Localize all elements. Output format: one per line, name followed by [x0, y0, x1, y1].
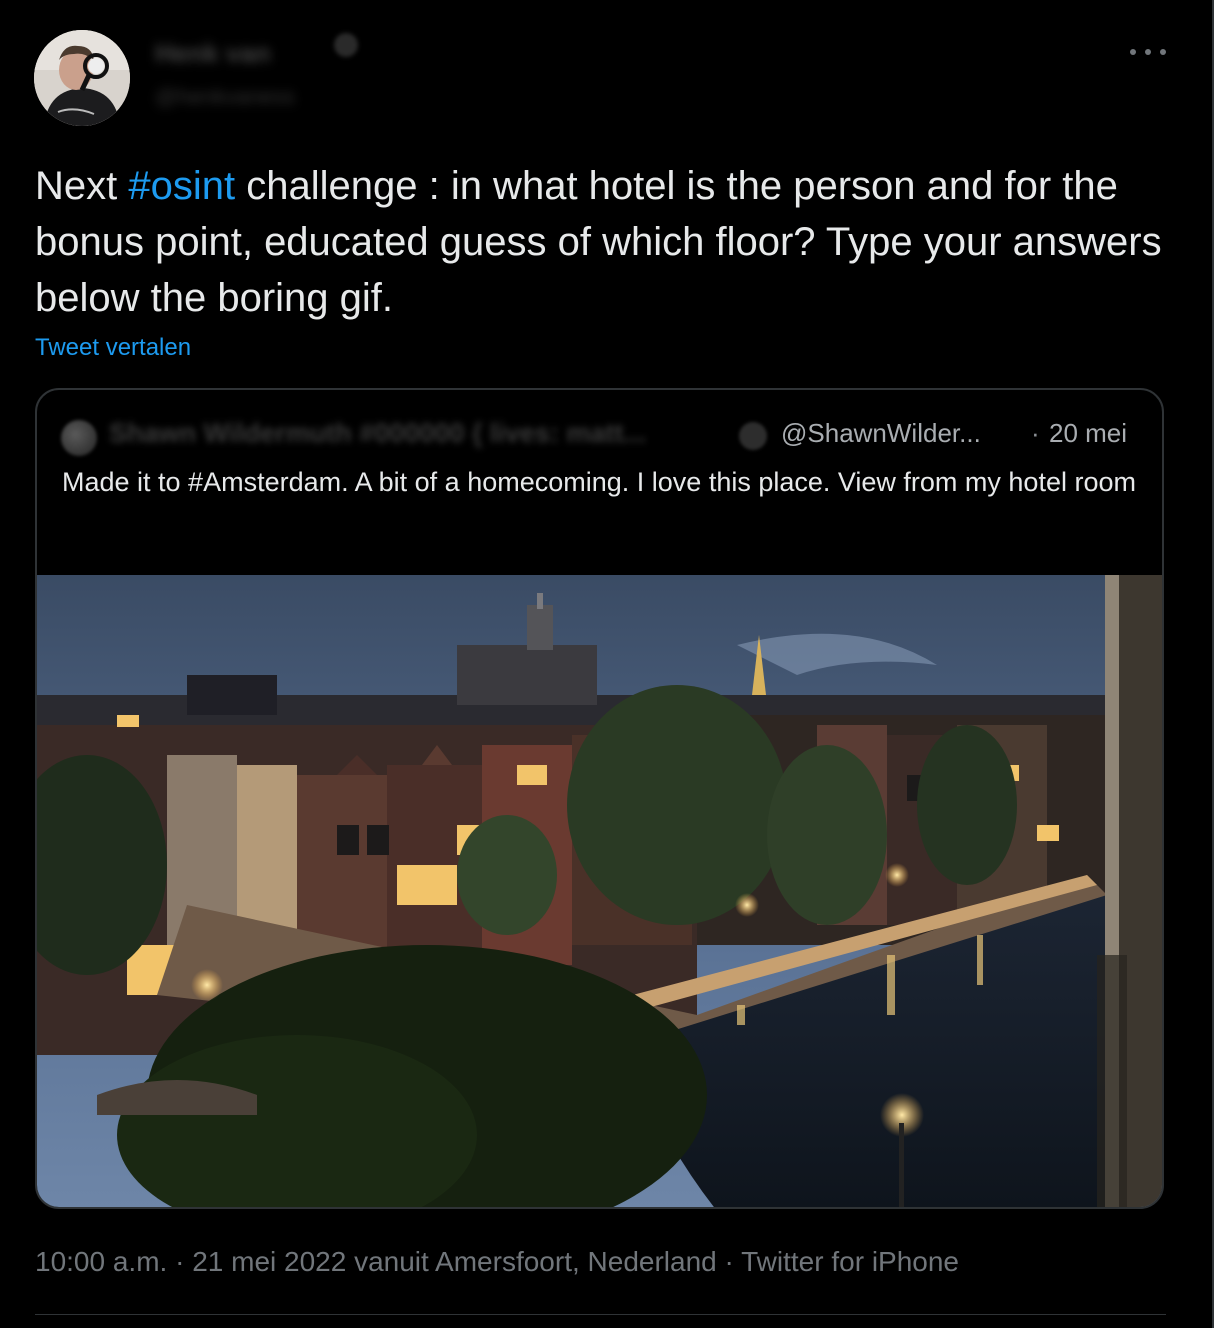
meta-separator: · [167, 1246, 193, 1277]
quoted-tweet-text: Made it to #Amsterdam. A bit of a homeco… [62, 467, 1136, 497]
tweet-text: Next #osint challenge : in what hotel is… [35, 158, 1175, 326]
hashtag-link[interactable]: #osint [128, 164, 235, 208]
quoted-tweet-card[interactable]: Shawn Wildermuth #000000 { lives: matt..… [35, 388, 1164, 1209]
tweet-detail-page: Henk van @henkvaness Next #osint challen… [0, 0, 1214, 1328]
tweet-text-prefix: Next [35, 164, 129, 208]
author-handle[interactable]: @henkvaness [155, 84, 340, 110]
more-dot [1145, 49, 1151, 55]
quoted-tweet-photo[interactable] [37, 575, 1162, 1207]
divider [35, 1314, 1166, 1315]
meta-separator: · [716, 1246, 742, 1277]
more-horizontal-icon[interactable] [1130, 40, 1166, 64]
quoted-tweet-date[interactable]: 20 mei [1049, 418, 1127, 449]
quoted-verified-badge-icon [739, 422, 767, 450]
tweet-client[interactable]: Twitter for iPhone [741, 1246, 959, 1277]
translate-tweet-link[interactable]: Tweet vertalen [35, 334, 191, 362]
quoted-author-avatar[interactable] [61, 420, 97, 456]
tweet-metadata: 10:00 a.m. · 21 mei 2022 vanuit Amersfoo… [35, 1246, 959, 1278]
author-avatar-image [34, 30, 130, 126]
quoted-author-name[interactable]: Shawn Wildermuth #000000 { lives: matt..… [109, 418, 729, 452]
tweet-time[interactable]: 10:00 a.m. [35, 1246, 167, 1277]
more-dot [1160, 49, 1166, 55]
tweet-date-location[interactable]: 21 mei 2022 vanuit Amersfoort, Nederland [192, 1246, 717, 1277]
amsterdam-canal-night-photo [37, 575, 1162, 1207]
quoted-separator-dot: · [1031, 418, 1040, 448]
verified-badge-icon [334, 33, 358, 57]
author-name[interactable]: Henk van [155, 38, 340, 66]
quoted-author-handle[interactable]: @ShawnWilder... [781, 418, 981, 449]
more-dot [1130, 49, 1136, 55]
author-avatar[interactable] [34, 30, 130, 126]
